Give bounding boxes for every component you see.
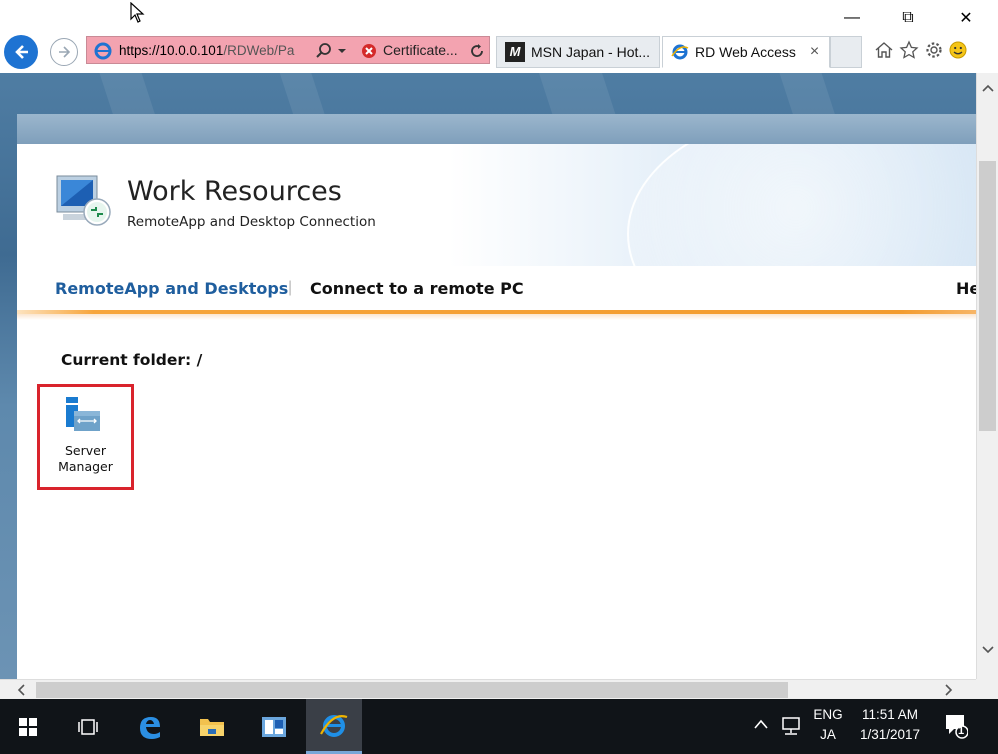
tab-label: MSN Japan - Hot... [531, 44, 651, 60]
close-tab-icon[interactable]: × [810, 43, 819, 61]
horizontal-scroll-thumb[interactable] [36, 682, 788, 698]
vertical-scroll-thumb[interactable] [979, 161, 996, 431]
edge-icon [140, 716, 160, 739]
show-hidden-icons-chevron-icon[interactable] [754, 719, 768, 729]
search-icon[interactable] [315, 42, 333, 60]
lang-bottom: JA [820, 727, 836, 742]
url-path: /RDWeb/Pa [223, 43, 295, 58]
forward-button[interactable] [50, 38, 78, 66]
home-icon[interactable] [872, 36, 896, 64]
favorites-star-icon[interactable] [897, 36, 921, 64]
folder-icon [200, 718, 224, 736]
ie-page-icon [94, 42, 112, 60]
vertical-scrollbar[interactable] [976, 73, 998, 679]
arrow-left-icon [15, 45, 28, 59]
ie-icon [671, 44, 689, 60]
internet-explorer-icon [320, 715, 348, 737]
server-manager-icon [66, 397, 100, 431]
tab-msn-japan[interactable]: M MSN Japan - Hot... [496, 36, 660, 68]
address-bar[interactable]: https://10.0.0.101/RDWeb/Pa Certificate.… [86, 36, 490, 64]
settings-gear-icon[interactable] [922, 36, 946, 64]
current-folder-label: Current folder: / [61, 351, 203, 369]
nav-underline-shadow [17, 314, 976, 320]
horizontal-scrollbar[interactable] [0, 679, 976, 699]
scroll-up-icon[interactable] [977, 77, 998, 99]
dropdown-icon[interactable] [337, 48, 347, 54]
nav-separator: | [288, 279, 293, 296]
internet-explorer-taskbar-button[interactable] [306, 699, 362, 754]
rd-web-panel: Work Resources RemoteApp and Desktop Con… [17, 114, 976, 679]
server-manager-taskbar-icon [262, 716, 286, 737]
task-view-icon [78, 718, 98, 735]
smiley-feedback-icon[interactable] [946, 36, 970, 64]
msn-icon: M [505, 42, 525, 62]
restore-button[interactable]: ⧉ [884, 0, 932, 36]
action-center-button[interactable]: 1 [944, 713, 969, 739]
clock-time: 11:51 AM [861, 707, 919, 722]
lang-top: ENG [813, 707, 843, 722]
url-text: https://10.0.0.101/RDWeb/Pa [119, 43, 309, 58]
back-button[interactable] [4, 35, 38, 69]
close-window-button[interactable]: ✕ [942, 0, 990, 36]
file-explorer-taskbar-button[interactable] [188, 699, 236, 754]
minimize-button[interactable]: — [828, 0, 876, 36]
arrow-right-icon [59, 46, 71, 58]
clock[interactable]: 11:51 AM 1/31/2017 [854, 707, 926, 742]
remote-desktop-logo-icon [56, 175, 111, 226]
notification-count: 1 [958, 725, 965, 737]
mouse-cursor-icon [130, 2, 145, 23]
clock-date: 1/31/2017 [859, 727, 921, 742]
notification-icon [946, 715, 969, 739]
browser-chrome: — ⧉ ✕ https://10.0.0.101/RDWeb/Pa Certif… [0, 0, 998, 73]
input-language-indicator[interactable]: ENG JA [810, 707, 846, 742]
scroll-down-icon[interactable] [977, 639, 998, 661]
page-subtitle: RemoteApp and Desktop Connection [127, 214, 376, 230]
app-tile-server-manager[interactable]: Server Manager [37, 384, 134, 490]
restore-icon: ⧉ [902, 9, 914, 26]
rd-nav-bar: RemoteApp and Desktops | Connect to a re… [17, 266, 976, 310]
url-host: https://10.0.0.101 [119, 43, 224, 58]
new-tab-button[interactable] [830, 36, 862, 68]
nav-help[interactable]: He [956, 279, 976, 298]
app-label: Server Manager [40, 443, 131, 475]
page-title: Work Resources [127, 176, 342, 207]
tab-label: RD Web Access [695, 44, 796, 60]
task-view-button[interactable] [64, 699, 112, 754]
scroll-right-icon[interactable] [938, 680, 960, 700]
server-manager-taskbar-button[interactable] [250, 699, 298, 754]
scroll-corner [976, 679, 998, 699]
minimize-icon: — [844, 9, 860, 26]
nav-remoteapp-desktops[interactable]: RemoteApp and Desktops [55, 279, 288, 298]
edge-taskbar-button[interactable] [126, 699, 174, 754]
app-label-line1: Server [65, 443, 106, 458]
certificate-error-icon[interactable] [361, 43, 377, 59]
taskbar: ENG JA 11:51 AM 1/31/2017 1 [0, 699, 998, 754]
nav-connect-remote-pc[interactable]: Connect to a remote PC [310, 279, 524, 298]
refresh-icon[interactable] [469, 43, 485, 59]
certificate-error-label[interactable]: Certificate... [383, 42, 458, 58]
globe-decoration [627, 144, 976, 266]
panel-top-bar [17, 114, 976, 144]
start-button[interactable] [4, 699, 52, 754]
app-label-line2: Manager [58, 459, 113, 474]
tab-rd-web-access[interactable]: RD Web Access × [662, 36, 830, 68]
scroll-left-icon[interactable] [10, 680, 32, 700]
close-icon: ✕ [959, 10, 973, 27]
network-icon[interactable] [780, 716, 802, 736]
windows-logo-icon [19, 717, 37, 736]
